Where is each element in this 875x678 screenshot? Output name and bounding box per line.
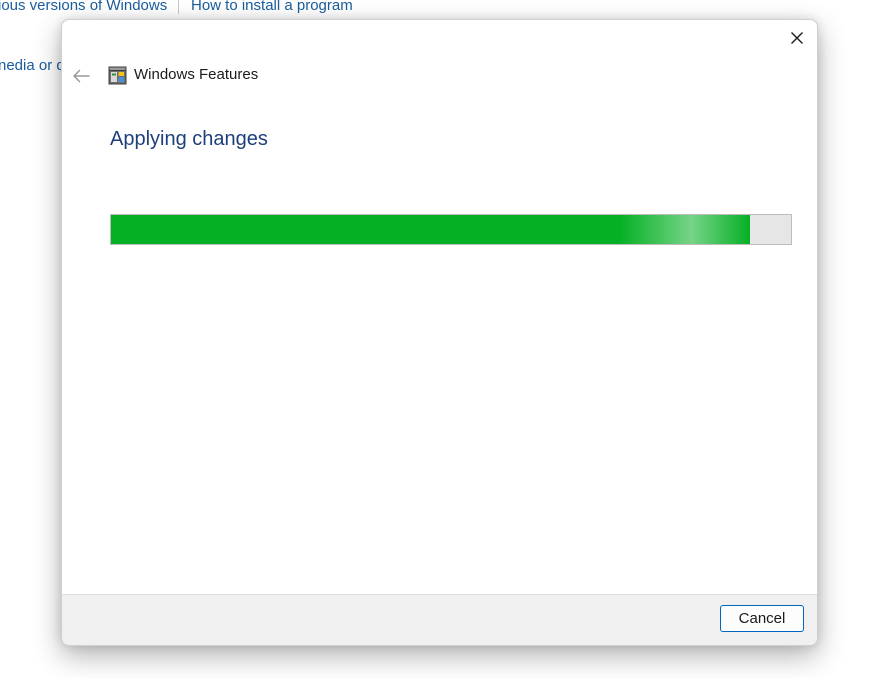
link-previous-versions[interactable]: ious versions of Windows [0,0,167,14]
progress-bar-fill [111,215,751,244]
progress-shine [620,215,751,244]
link-media[interactable]: nedia or d [0,57,65,74]
close-button[interactable] [783,26,811,50]
link-separator [178,0,179,14]
close-icon [791,32,803,44]
progress-bar [110,214,792,245]
dialog-titlebar: Windows Features [62,58,817,94]
back-button[interactable] [69,64,93,88]
windows-features-dialog: Windows Features Applying changes Cancel [61,19,818,646]
dialog-footer: Cancel [62,594,817,645]
back-arrow-icon [73,69,90,83]
link-install-program[interactable]: How to install a program [191,0,353,14]
cancel-button[interactable]: Cancel [720,605,804,632]
status-heading: Applying changes [110,128,268,150]
windows-features-icon [108,66,127,85]
dialog-title: Windows Features [134,66,259,83]
